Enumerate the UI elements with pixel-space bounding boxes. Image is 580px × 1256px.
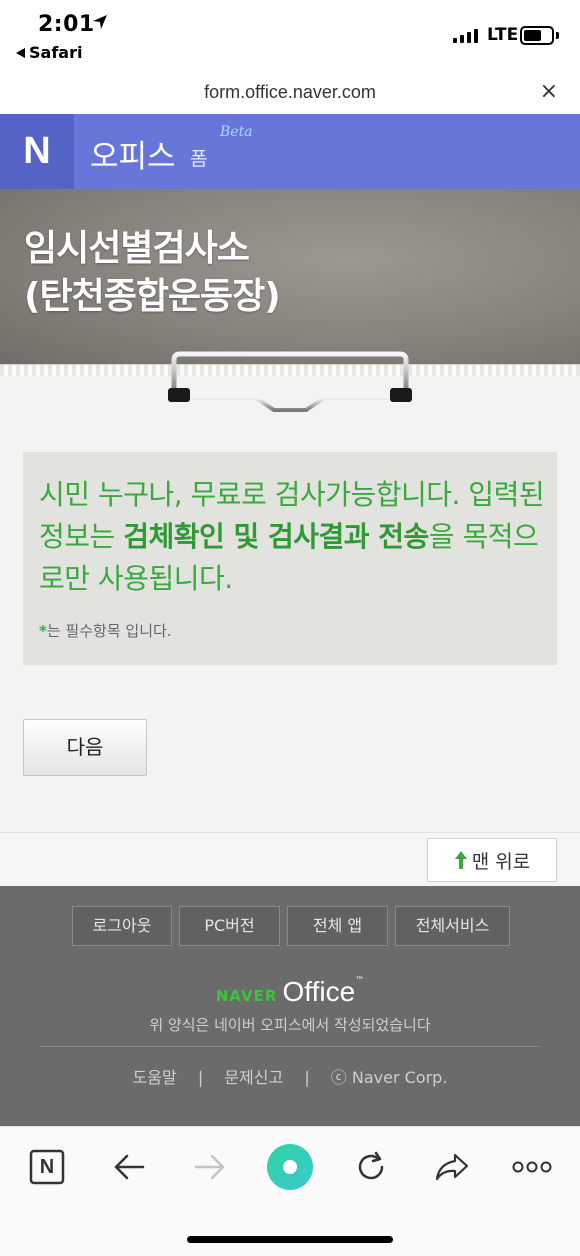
green-dot-button[interactable]	[266, 1143, 314, 1191]
footer-divider	[40, 1046, 540, 1047]
beta-badge: Beta	[220, 124, 253, 140]
report-link[interactable]: 문제신고	[224, 1068, 283, 1087]
naver-logo[interactable]: N	[0, 114, 74, 189]
more-dots-icon	[512, 1161, 552, 1173]
green-dot-icon	[267, 1144, 313, 1190]
trademark: ™	[355, 976, 365, 986]
naver-home-label: N	[39, 1155, 55, 1178]
clipboard-clip-icon	[168, 351, 412, 412]
home-indicator	[187, 1236, 393, 1243]
logout-button[interactable]: 로그아웃	[72, 906, 172, 946]
office-title[interactable]: 오피스	[90, 131, 176, 176]
close-icon[interactable]: ×	[540, 80, 558, 104]
required-text: 는 필수항목 입니다.	[46, 622, 172, 640]
battery-icon	[520, 26, 554, 45]
page-title-line2: (탄천종합운동장)	[24, 276, 281, 317]
notice-box: 시민 누구나, 무료로 검사가능합니다. 입력된 정보는 검체확인 및 검사결과…	[23, 452, 557, 665]
back-button[interactable]	[107, 1145, 151, 1189]
footer-buttons: 로그아웃 PC버전 전체 앱 전체서비스	[0, 906, 580, 946]
status-time: 2:01	[38, 12, 95, 37]
reload-icon	[358, 1151, 384, 1180]
url-bar[interactable]: form.office.naver.com ×	[0, 72, 580, 114]
share-button[interactable]	[430, 1145, 474, 1189]
signal-strength-icon	[453, 29, 478, 43]
up-arrow-icon	[454, 851, 467, 869]
form-subtitle: 폼	[190, 148, 208, 170]
made-by-text: 위 양식은 네이버 오피스에서 작성되었습니다	[149, 1016, 431, 1034]
reload-button[interactable]	[349, 1145, 393, 1189]
page-title: 임시선별검사소 (탄천종합운동장)	[24, 225, 281, 321]
arrow-left-icon	[114, 1154, 145, 1180]
back-triangle-icon	[16, 47, 25, 58]
required-note: *는 필수항목 입니다.	[39, 620, 172, 641]
battery-tip	[556, 32, 559, 39]
next-button[interactable]: 다음	[23, 719, 147, 776]
back-to-top-strip: 맨 위로	[0, 832, 580, 886]
site-footer: 로그아웃 PC버전 전체 앱 전체서비스 NAVER Office™ 위 양식은…	[0, 886, 580, 1126]
forward-button[interactable]	[188, 1145, 232, 1189]
naver-wordmark: NAVER	[215, 987, 278, 1005]
pc-version-button[interactable]: PC버전	[179, 906, 280, 946]
location-arrow-icon	[93, 15, 107, 29]
more-button[interactable]	[510, 1145, 554, 1189]
network-type: LTE	[487, 25, 519, 45]
copyright-text: ⓒ Naver Corp.	[330, 1068, 448, 1087]
status-bar: 2:01 Safari LTE	[0, 0, 580, 72]
notice-text: 시민 누구나, 무료로 검사가능합니다. 입력된 정보는 검체확인 및 검사결과…	[39, 474, 549, 600]
page-title-line1: 임시선별검사소	[24, 228, 250, 269]
office-wordmark: Office	[282, 976, 356, 1007]
notice-bold: 검체확인 및 검사결과 전송	[123, 520, 429, 553]
form-title-board: 임시선별검사소 (탄천종합운동장)	[0, 189, 580, 364]
share-arrow-icon	[435, 1153, 469, 1181]
back-to-top-label: 맨 위로	[471, 850, 531, 873]
footer-separator: |	[304, 1068, 310, 1087]
help-link[interactable]: 도움말	[133, 1068, 177, 1087]
footer-separator: |	[197, 1068, 204, 1087]
back-to-app-button[interactable]: Safari	[16, 43, 82, 62]
arrow-right-icon	[194, 1154, 225, 1180]
all-services-button[interactable]: 전체서비스	[395, 906, 510, 946]
url-text[interactable]: form.office.naver.com	[0, 82, 580, 103]
back-to-top-button[interactable]: 맨 위로	[427, 838, 557, 882]
required-star-icon: *	[39, 622, 47, 640]
app-header: N 오피스 폼 Beta	[0, 114, 580, 189]
naver-office-logo: NAVER Office™	[0, 976, 580, 1008]
footer-links: 도움말 | 문제신고 | ⓒ Naver Corp.	[0, 1064, 580, 1088]
back-app-label: Safari	[29, 43, 83, 62]
naver-home-button[interactable]: N	[25, 1145, 69, 1189]
all-apps-button[interactable]: 전체 앱	[287, 906, 388, 946]
